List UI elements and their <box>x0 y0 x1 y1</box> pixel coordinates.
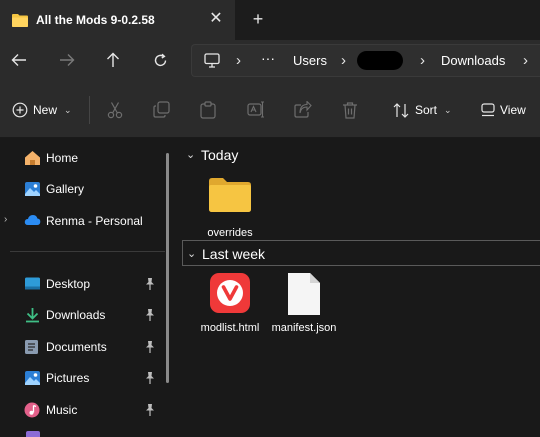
folder-icon <box>208 177 252 216</box>
sidebar-item-home[interactable]: Home <box>0 145 165 171</box>
sidebar-item-downloads[interactable]: Downloads <box>0 302 165 328</box>
redacted-username[interactable] <box>357 51 403 70</box>
copy-icon[interactable] <box>153 101 171 119</box>
arrow-up-icon <box>107 52 119 67</box>
back-button[interactable] <box>8 50 30 70</box>
sidebar-item-label: Home <box>46 151 79 165</box>
breadcrumb-separator[interactable]: › <box>420 52 425 69</box>
navigation-bar: › ··· Users › › Downloads › <box>0 40 540 81</box>
sidebar-item-label: Pictures <box>46 371 90 385</box>
sidebar-item-label: Music <box>46 403 78 417</box>
sort-icon <box>393 102 409 118</box>
sort-button[interactable]: Sort ⌄ <box>393 101 452 119</box>
documents-icon <box>24 339 41 355</box>
forward-button[interactable] <box>56 50 78 70</box>
file-item-modlist[interactable]: modlist.html <box>192 272 268 352</box>
pin-icon[interactable] <box>144 277 156 291</box>
onedrive-cloud-icon <box>24 213 41 229</box>
view-button[interactable]: View <box>481 101 526 119</box>
tab-active[interactable]: All the Mods 9-0.2.58 ✕ <box>0 0 236 40</box>
chevron-down-icon[interactable]: ⌄ <box>187 247 196 260</box>
breadcrumb-separator[interactable]: › <box>523 52 528 69</box>
breadcrumb-overflow[interactable]: ··· <box>261 50 275 66</box>
group-label: Today <box>201 147 239 163</box>
gallery-icon <box>24 181 41 197</box>
sidebar-scrollbar[interactable] <box>166 153 169 383</box>
sidebar-item-music[interactable]: Music <box>0 397 165 423</box>
pin-icon[interactable] <box>144 340 156 354</box>
file-name: modlist.html <box>200 322 260 334</box>
group-header-last-week[interactable]: ⌄ Last week <box>182 240 540 266</box>
share-icon[interactable] <box>294 100 312 119</box>
home-icon <box>24 150 41 166</box>
breadcrumb-users[interactable]: Users <box>293 53 327 68</box>
chevron-down-icon: ⌄ <box>64 104 72 115</box>
refresh-button[interactable] <box>149 50 171 70</box>
pin-icon[interactable] <box>144 371 156 385</box>
rename-icon[interactable] <box>247 101 265 119</box>
videos-icon[interactable] <box>26 431 40 437</box>
sidebar-item-pictures[interactable]: Pictures <box>0 365 165 391</box>
refresh-icon <box>154 53 166 66</box>
folder-icon <box>12 13 28 30</box>
delete-icon[interactable] <box>342 101 360 119</box>
pin-icon[interactable] <box>144 308 156 322</box>
toolbar-divider <box>89 96 90 124</box>
new-button-label: New <box>33 103 58 117</box>
arrow-right-icon <box>60 54 75 66</box>
pictures-icon <box>24 370 41 386</box>
navigation-pane: Home Gallery › Renma - Personal Desktop … <box>0 138 178 437</box>
download-arrow-icon <box>24 307 41 323</box>
up-button[interactable] <box>102 50 124 70</box>
title-bar: All the Mods 9-0.2.58 ✕ + <box>0 0 540 40</box>
pin-icon[interactable] <box>144 403 156 417</box>
sidebar-item-label: Downloads <box>46 308 106 322</box>
vivaldi-browser-icon <box>209 272 251 317</box>
chevron-down-icon: ⌄ <box>444 104 452 115</box>
new-tab-button[interactable]: + <box>249 9 267 29</box>
file-list: ⌄ Today overrides ⌄ Last week modlist.ht… <box>178 138 540 437</box>
breadcrumb-separator[interactable]: › <box>236 52 241 69</box>
group-header-today[interactable]: ⌄ Today <box>182 142 540 168</box>
file-name: manifest.json <box>271 322 337 334</box>
sidebar-item-onedrive[interactable]: › Renma - Personal <box>0 208 165 234</box>
sidebar-item-label: Gallery <box>46 182 85 196</box>
sidebar-divider <box>10 251 165 252</box>
tab-title: All the Mods 9-0.2.58 <box>36 13 155 27</box>
command-bar: New ⌄ Sort ⌄ View <box>0 81 540 138</box>
sidebar-item-documents[interactable]: Documents <box>0 334 165 360</box>
new-button[interactable]: New ⌄ <box>12 101 72 119</box>
sort-button-label: Sort <box>415 103 438 117</box>
sidebar-item-label: Documents <box>46 340 107 354</box>
breadcrumb-separator[interactable]: › <box>341 52 346 69</box>
file-item-manifest[interactable]: manifest.json <box>266 272 342 352</box>
paste-icon[interactable] <box>200 101 218 119</box>
desktop-icon <box>24 276 41 292</box>
chevron-right-icon[interactable]: › <box>4 214 7 225</box>
file-name: overrides <box>207 227 253 239</box>
group-label: Last week <box>202 246 266 262</box>
sidebar-item-label: Desktop <box>46 277 91 291</box>
sidebar-item-gallery[interactable]: Gallery <box>0 176 165 202</box>
pc-icon[interactable] <box>204 53 220 71</box>
blank-document-icon <box>287 272 321 319</box>
view-icon <box>481 103 495 117</box>
chevron-down-icon[interactable]: ⌄ <box>186 148 195 161</box>
sidebar-item-desktop[interactable]: Desktop <box>0 271 165 297</box>
address-bar[interactable]: › ··· Users › › Downloads › <box>191 44 540 77</box>
plus-circle-icon <box>12 102 28 118</box>
cut-icon[interactable] <box>107 101 125 119</box>
close-tab-icon[interactable]: ✕ <box>208 10 224 28</box>
music-icon <box>24 402 41 418</box>
arrow-left-icon <box>11 54 26 66</box>
sidebar-item-label: Renma - Personal <box>46 214 143 228</box>
breadcrumb-downloads[interactable]: Downloads <box>441 53 505 68</box>
view-button-label: View <box>500 103 526 117</box>
